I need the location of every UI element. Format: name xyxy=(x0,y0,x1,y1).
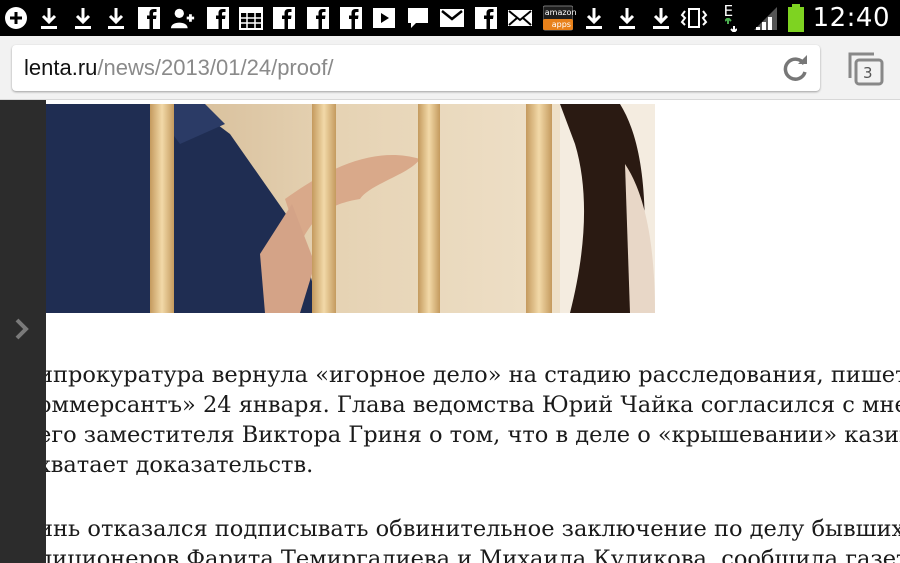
facebook-icon[interactable] xyxy=(474,6,498,30)
notification-icons[interactable]: amazon apps xyxy=(4,5,682,31)
amazon-sub: apps xyxy=(551,20,571,29)
tabs-button[interactable]: 3 xyxy=(848,52,884,86)
email-icon[interactable] xyxy=(507,6,533,30)
play-store-icon[interactable] xyxy=(372,6,396,30)
url-host: lenta.ru xyxy=(24,55,98,80)
system-status: E 12:40 xyxy=(679,0,900,36)
url-field[interactable]: lenta.ru/news/2013/01/24/proof/ xyxy=(12,45,820,91)
url-text[interactable]: lenta.ru/news/2013/01/24/proof/ xyxy=(24,55,333,81)
download-icon[interactable] xyxy=(615,6,639,30)
tab-count: 3 xyxy=(863,64,873,82)
facebook-icon[interactable] xyxy=(272,6,296,30)
facebook-icon[interactable] xyxy=(306,6,330,30)
article-text-line: ипрокуратура вернула «игорное дело» на с… xyxy=(38,362,900,388)
download-icon[interactable] xyxy=(649,6,673,30)
battery-icon xyxy=(787,4,805,32)
download-icon[interactable] xyxy=(71,6,95,30)
add-contact-icon[interactable] xyxy=(170,6,196,30)
facebook-icon[interactable] xyxy=(339,6,363,30)
facebook-icon[interactable] xyxy=(206,6,230,30)
signal-icon xyxy=(753,5,779,31)
article-text-line: его заместителя Виктора Гриня о том, что… xyxy=(38,422,900,448)
chat-icon[interactable] xyxy=(406,6,430,30)
article-text-line: лиционеров Фарита Темиргалиева и Михаила… xyxy=(38,546,900,563)
vibrate-icon xyxy=(679,5,709,31)
article-text-line: оммерсантъ» 24 января. Глава ведомства Ю… xyxy=(38,392,900,418)
article-photo xyxy=(30,104,655,313)
calendar-icon[interactable] xyxy=(239,6,264,30)
download-icon[interactable] xyxy=(582,6,606,30)
download-icon[interactable] xyxy=(37,6,61,30)
article-text-line: инь отказался подписывать обвинительное … xyxy=(38,516,900,542)
side-panel-handle[interactable] xyxy=(0,100,46,563)
clock: 12:40 xyxy=(812,3,890,33)
network-type-icon: E xyxy=(723,2,739,32)
url-path: /news/2013/01/24/proof/ xyxy=(97,55,334,80)
article-text-line: хватает доказательств. xyxy=(38,452,314,478)
add-icon[interactable] xyxy=(4,6,28,30)
gmail-icon[interactable] xyxy=(439,6,465,30)
page-content: ипрокуратура вернула «игорное дело» на с… xyxy=(0,100,900,563)
download-icon[interactable] xyxy=(104,6,128,30)
chevron-right-icon[interactable] xyxy=(11,312,33,346)
browser-toolbar: lenta.ru/news/2013/01/24/proof/ 3 xyxy=(0,36,900,100)
status-bar: amazon apps E 12:40 xyxy=(0,0,900,36)
amazon-label: amazon xyxy=(544,8,577,17)
reload-icon[interactable] xyxy=(782,54,810,82)
amazon-appstore-icon[interactable]: amazon apps xyxy=(542,5,577,31)
facebook-icon[interactable] xyxy=(137,6,161,30)
